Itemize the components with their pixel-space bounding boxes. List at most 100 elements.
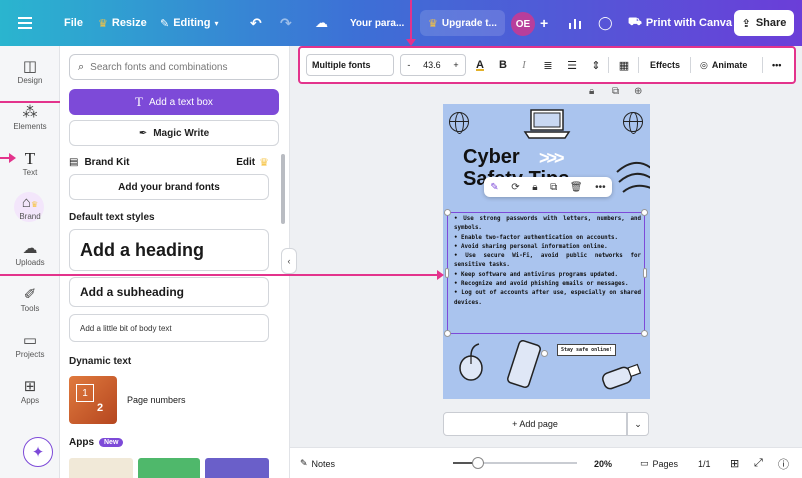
duplicate-icon[interactable]: ⧉	[550, 182, 557, 193]
add-subheading-button[interactable]: Add a subheading	[69, 277, 269, 307]
duplicate-page-icon[interactable]: ⧉	[612, 86, 619, 97]
editing-mode-button[interactable]: ✎ Editing ▾	[160, 0, 219, 46]
rail-item-uploads[interactable]: ☁ Uploads	[0, 240, 60, 267]
file-menu[interactable]: File	[64, 0, 83, 46]
draw-icon: ✐	[23, 286, 37, 303]
upload-cloud-icon: ☁	[22, 240, 38, 257]
rail-item-brand[interactable]: ⌂♛ Brand	[0, 194, 60, 221]
magic-sparkle-button[interactable]: ✦	[23, 437, 53, 467]
help-icon[interactable]: ⓘ	[778, 448, 789, 478]
rotate-icon[interactable]: ⟳	[511, 182, 519, 193]
italic-button[interactable]: I	[518, 54, 530, 76]
collapse-panel-handle[interactable]: ‹	[281, 248, 297, 274]
upgrade-button[interactable]: ♛ Upgrade t...	[420, 10, 505, 36]
pages-button[interactable]: ▭ Pages	[640, 448, 678, 478]
list-bullets-icon[interactable]: ☰	[564, 54, 580, 76]
globe-icon	[623, 112, 643, 134]
add-brand-fonts-button[interactable]: Add your brand fonts	[69, 174, 269, 200]
rail-item-tools[interactable]: ✐ Tools	[0, 286, 60, 313]
search-input[interactable]	[90, 61, 271, 73]
analytics-icon[interactable]	[568, 0, 582, 46]
app-thumbnail[interactable]	[138, 458, 200, 478]
magic-edit-icon[interactable]: ✎	[490, 182, 498, 193]
add-body-text-button[interactable]: Add a little bit of body text	[69, 314, 269, 342]
rail-item-design[interactable]: ◫ Design	[0, 58, 60, 85]
notes-button[interactable]: ✎ Notes	[300, 448, 335, 478]
resize-handle[interactable]	[641, 330, 648, 337]
lock-page-icon[interactable]: 🔒︎	[589, 86, 594, 97]
chevron-left-icon: ‹	[287, 256, 291, 266]
annotation-arrow-canvas	[0, 270, 444, 280]
menu-icon[interactable]	[18, 0, 32, 46]
more-icon[interactable]: •••	[595, 182, 606, 193]
share-button[interactable]: ⇪ Share	[734, 10, 794, 36]
add-page-button[interactable]: + Add page	[443, 412, 627, 436]
animate-icon: ◎	[700, 59, 708, 70]
grid-view-icon[interactable]: ⊞	[730, 448, 739, 478]
add-page-icon[interactable]: ⊕	[634, 86, 642, 97]
selected-text-box[interactable]: Use strong passwords with letters, numbe…	[444, 209, 648, 337]
page-numbers-item[interactable]: 1 2 Page numbers	[69, 374, 269, 426]
search-icon: ⌕	[78, 60, 85, 73]
chevron-decoration: >>>	[539, 148, 564, 168]
font-search[interactable]: ⌕	[69, 54, 279, 80]
bold-button[interactable]: B	[496, 54, 510, 76]
effects-button[interactable]: Effects	[650, 54, 680, 76]
line-spacing-icon[interactable]: ⇕	[588, 54, 604, 76]
resize-handle[interactable]	[643, 268, 647, 278]
text-color-button[interactable]: A	[472, 54, 488, 76]
resize-handle[interactable]	[641, 209, 648, 216]
animate-button[interactable]: ◎ Animate	[700, 54, 747, 76]
print-button[interactable]: ⛟ Print with Canva	[628, 0, 732, 46]
brand-kit-edit-link[interactable]: Edit ♛	[236, 156, 269, 169]
wifi-illustration	[616, 161, 650, 193]
rail-item-apps[interactable]: ⊞ Apps	[0, 378, 60, 405]
font-size-value[interactable]: 43.6	[423, 60, 441, 70]
magic-write-button[interactable]: ✒ Magic Write	[69, 120, 279, 146]
fullscreen-icon[interactable]: ⤢	[754, 448, 763, 478]
resize-button[interactable]: ♛ Resize	[98, 0, 147, 46]
document-title[interactable]: Your para...	[342, 10, 412, 36]
undo-icon[interactable]: ↶	[250, 0, 262, 46]
stay-safe-label[interactable]: Stay safe online!	[557, 344, 617, 356]
app-thumbnail[interactable]	[69, 458, 133, 478]
brand-icon: ⌂♛	[21, 194, 39, 211]
tips-list: Use strong passwords with letters, numbe…	[448, 213, 644, 308]
zoom-slider-knob[interactable]	[472, 457, 484, 469]
trash-icon[interactable]: 🗑︎	[570, 182, 583, 193]
toolbar-divider	[608, 57, 609, 73]
more-options-button[interactable]: •••	[772, 54, 781, 76]
rail-item-projects[interactable]: ▭ Projects	[0, 332, 60, 359]
resize-handle[interactable]	[444, 330, 451, 337]
font-size-stepper[interactable]: - 43.6 +	[400, 54, 466, 76]
rail-item-elements[interactable]: ⁂ Elements	[0, 104, 60, 131]
zoom-level[interactable]: 20%	[594, 448, 612, 478]
text-icon: T	[135, 94, 143, 109]
design-page[interactable]: Cyber Safety Tips >>> ✎ ⟳ 🔒︎ ⧉ 🗑︎ ••• Us…	[443, 104, 650, 399]
text-panel: ⌕ T Add a text box ✒ Magic Write ▤ Brand…	[60, 46, 290, 478]
mouse-illustration	[459, 343, 483, 381]
font-family-dropdown[interactable]: Multiple fonts	[306, 54, 394, 76]
zoom-slider[interactable]	[453, 457, 577, 469]
panel-scrollbar[interactable]	[281, 154, 285, 224]
magic-pen-icon: ✒	[138, 127, 148, 139]
comment-icon[interactable]: ◯	[598, 0, 613, 46]
add-heading-button[interactable]: Add a heading	[69, 229, 269, 271]
resize-handle[interactable]	[444, 209, 451, 216]
add-text-box-button[interactable]: T Add a text box	[69, 89, 279, 115]
add-page-options[interactable]: ⌄	[627, 412, 649, 436]
transparency-icon[interactable]: ▦	[616, 54, 632, 76]
new-badge: New	[99, 438, 124, 447]
cloud-save-icon[interactable]: ☁	[315, 0, 328, 46]
add-collaborator-icon[interactable]: +	[540, 0, 548, 46]
sparkle-icon: ✦	[31, 444, 45, 461]
lock-icon[interactable]: 🔒︎	[532, 182, 537, 193]
increase-size-button[interactable]: +	[453, 60, 458, 70]
app-thumbnail[interactable]	[205, 458, 269, 478]
tip-item: Avoid sharing personal information onlin…	[454, 243, 641, 252]
avatar[interactable]: OE	[511, 12, 535, 36]
redo-icon[interactable]: ↷	[280, 0, 292, 46]
decrease-size-button[interactable]: -	[407, 60, 410, 70]
resize-handle[interactable]	[445, 268, 449, 278]
align-justify-icon[interactable]: ≣	[540, 54, 556, 76]
